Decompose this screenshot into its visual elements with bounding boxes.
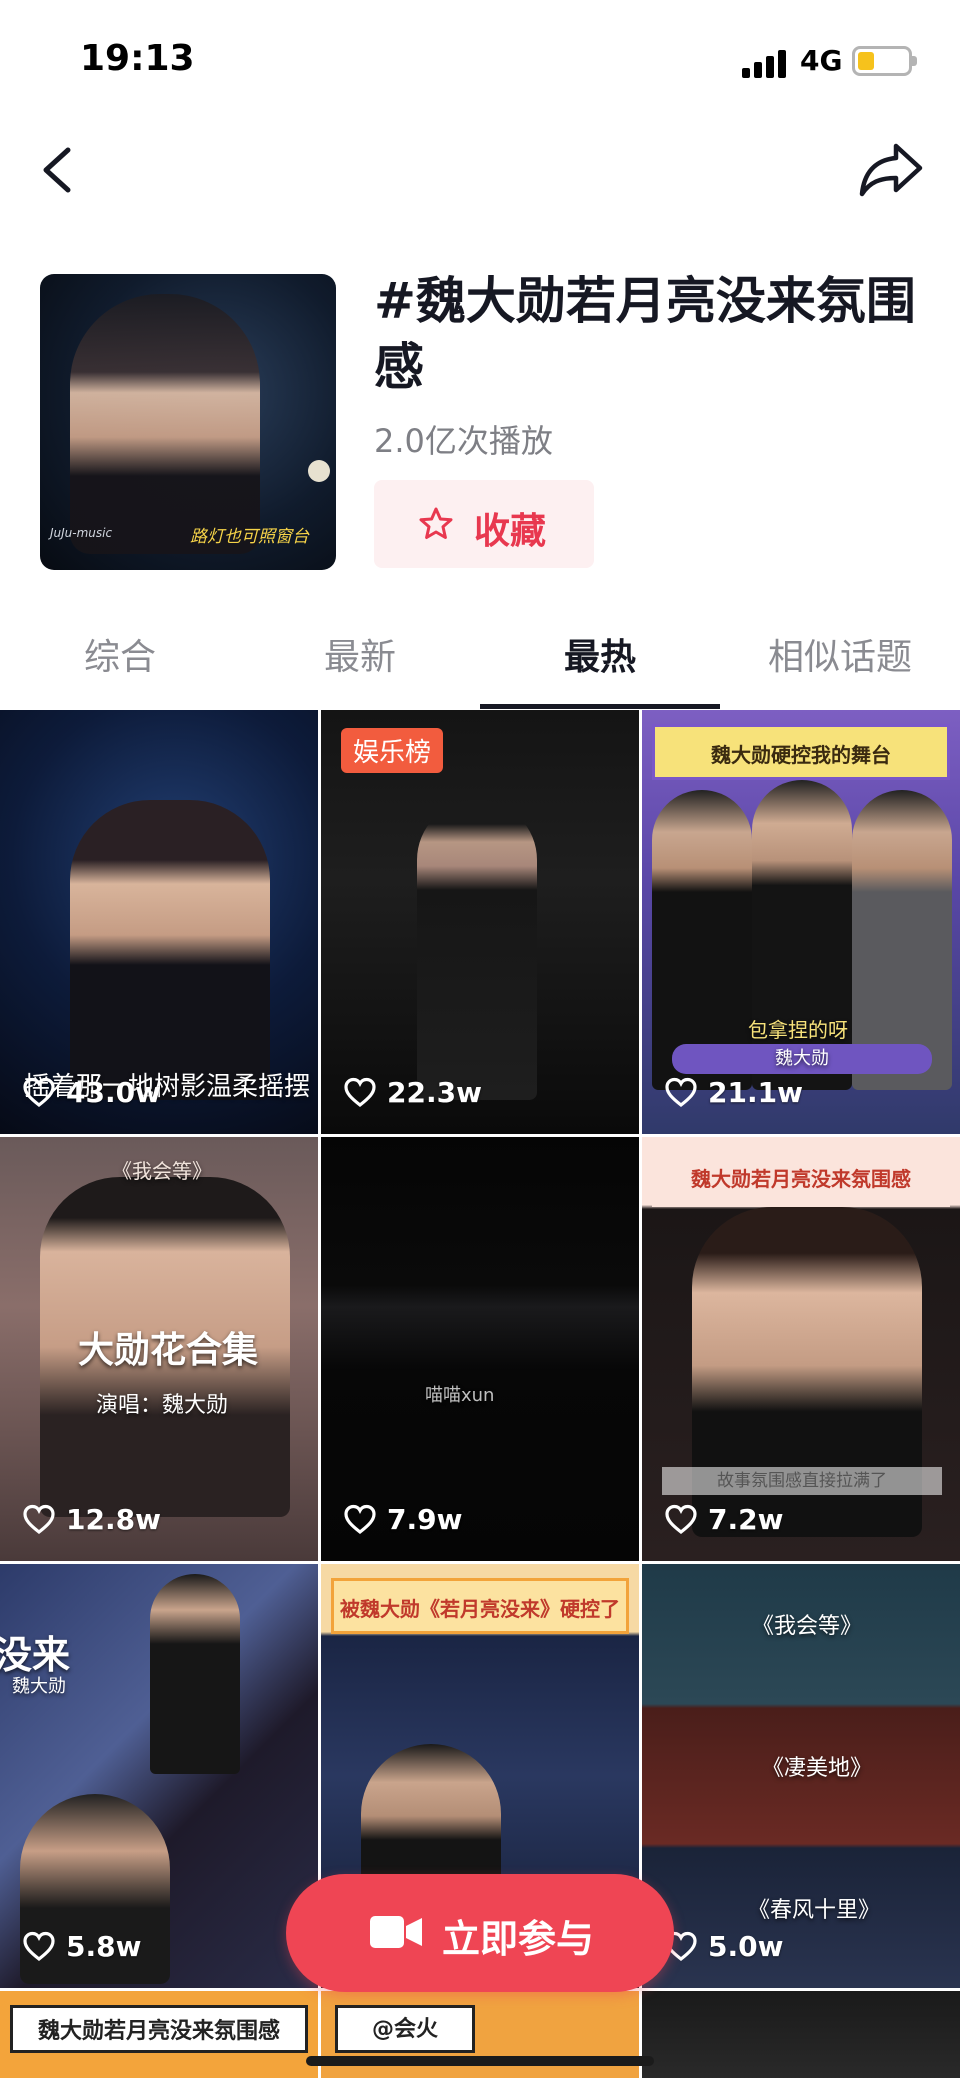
like-count: 21.1w [664,1072,803,1112]
video-card[interactable]: 《我会等》 《凄美地》 《春风十里》 5.0w [642,1564,960,1988]
join-now-button[interactable]: 立即参与 [286,1874,674,1992]
like-count-text: 7.9w [387,1502,463,1536]
video-thumbnail [642,1991,960,2078]
active-tab-indicator [480,704,720,709]
like-count-text: 22.3w [387,1075,482,1109]
like-count: 12.8w [22,1499,161,1539]
favorite-label: 收藏 [474,511,547,552]
performer-figure [150,1574,240,1774]
cover-moon [308,460,330,482]
watermark-text: 喵喵xun [425,1385,495,1406]
video-title: 没来 [0,1633,71,1677]
cover-caption: 路灯也可照窗台 [190,527,309,547]
signal-icon [742,50,788,78]
heart-icon [344,1077,376,1108]
battery-tip [912,56,917,66]
back-button[interactable] [34,140,86,200]
share-arrow-icon [859,143,923,197]
cover-figure [70,294,260,554]
like-count-text: 43.0w [66,1075,161,1109]
like-count: 7.9w [343,1499,462,1539]
performer-figure [417,800,537,1100]
video-tag: 魏大勋 [672,1044,932,1074]
video-credit: 演唱：魏大勋 [96,1393,229,1418]
topic-cover-image: JuJu-music 路灯也可照窗台 [40,274,336,570]
home-indicator [306,2056,654,2066]
cover-logo: JuJu-music [50,526,113,540]
tab-comprehensive[interactable]: 综合 [0,620,240,712]
song-title: 《我会等》 [112,1159,212,1183]
video-card[interactable]: 没来 魏大勋 5.8w [0,1564,318,1988]
video-card[interactable]: 魏大勋硬控我的舞台 包拿捏的呀 魏大勋 21.1w [642,710,960,1134]
video-card[interactable]: 摇着那一地树影温柔摇摆 43.0w [0,710,318,1134]
heart-icon [665,1504,697,1535]
video-credit: 魏大勋 [12,1676,66,1697]
heart-icon [23,1931,55,1962]
video-thumbnail [321,1137,639,1561]
like-count-text: 5.8w [66,1929,142,1963]
video-title: 大勋花合集 [78,1330,259,1371]
tab-hottest[interactable]: 最热 [480,620,720,712]
status-bar: 19:13 4G [0,0,960,110]
star-icon [419,507,453,539]
favorite-button[interactable]: 收藏 [374,480,594,568]
share-button[interactable] [858,138,924,200]
video-card[interactable]: 娱乐榜 22.3w [321,710,639,1134]
tab-latest[interactable]: 最新 [240,620,480,712]
video-card[interactable]: 《我会等》 大勋花合集 演唱：魏大勋 12.8w [0,1137,318,1561]
video-card[interactable]: 喵喵xun 7.9w [321,1137,639,1561]
heart-icon [665,1077,697,1108]
tab-bar: 综合 最新 最热 相似话题 [0,620,960,712]
like-count-text: 5.0w [708,1929,784,1963]
heart-icon [23,1504,55,1535]
video-card[interactable]: 魏大勋若月亮没来氛围感 故事氛围感直接拉满了 7.2w [642,1137,960,1561]
like-count-text: 21.1w [708,1075,803,1109]
topic-title: #魏大勋若月亮没来氛围感 [374,272,916,396]
like-count-text: 12.8w [66,1502,161,1536]
video-banner: 魏大勋若月亮没来氛围感 [10,2005,308,2053]
video-subtitle: 包拿捏的呀 [748,1018,848,1042]
video-subtitle: 故事氛围感直接拉满了 [662,1467,942,1495]
video-banner: 魏大勋硬控我的舞台 [652,724,950,780]
heart-icon [23,1077,55,1108]
status-time: 19:13 [80,38,195,79]
join-now-label: 立即参与 [442,1917,595,1961]
network-type: 4G [800,44,843,77]
song-title: 《凄美地》 [762,1756,873,1781]
like-count: 7.2w [664,1499,783,1539]
like-count-text: 7.2w [708,1502,784,1536]
song-title: 《春风十里》 [748,1898,881,1923]
like-count: 5.8w [22,1926,141,1966]
video-banner: @会火 [335,2005,475,2053]
video-card[interactable]: 魏大勋若月亮没来氛围感 [0,1991,318,2078]
chevron-left-icon [43,147,71,193]
performer-figure [70,800,270,1100]
like-count: 22.3w [343,1072,482,1112]
video-camera-icon [370,1916,422,1948]
video-card[interactable] [642,1991,960,2078]
song-title: 《我会等》 [752,1614,863,1639]
like-count: 43.0w [22,1072,161,1112]
ranking-badge: 娱乐榜 [341,728,444,773]
play-count: 2.0亿次播放 [374,422,553,460]
battery-icon [852,46,912,76]
heart-icon [344,1504,376,1535]
tab-similar-topics[interactable]: 相似话题 [720,620,960,712]
video-banner: 被魏大勋《若月亮没来》硬控了 [331,1578,629,1634]
video-banner: 魏大勋若月亮没来氛围感 [652,1151,950,1207]
like-count: 5.0w [664,1926,783,1966]
